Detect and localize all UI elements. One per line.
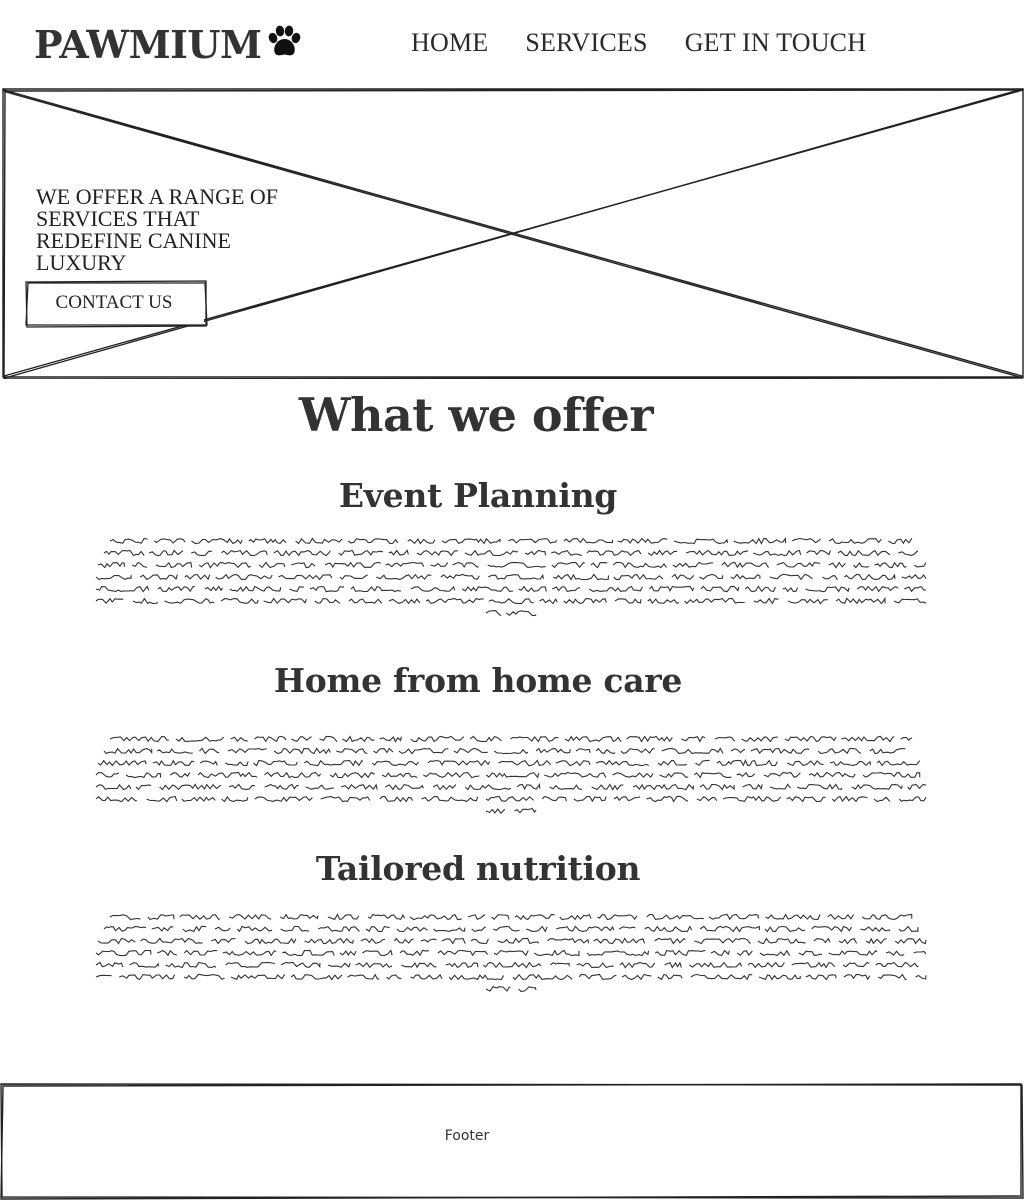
contact-us-button[interactable]: CONTACT US	[24, 280, 208, 328]
main-nav: HOME SERVICES GET IN TOUCH	[411, 28, 903, 58]
section-title: What we offer	[298, 388, 654, 442]
service-title-home-from-home-care: Home from home care	[273, 661, 683, 700]
nav-home-link[interactable]: HOME	[411, 28, 488, 58]
paw-icon	[268, 25, 300, 55]
hero-banner: WE OFFER A RANGE OF SERVICES THAT REDEFI…	[2, 88, 1024, 379]
site-header: PAWMIUM HOME SERVICES GET IN TOUCH	[0, 0, 1024, 88]
service-description-home-from-home-care	[95, 735, 927, 815]
brand-logo[interactable]: PAWMIUM	[34, 22, 302, 67]
nav-services-link[interactable]: SERVICES	[525, 28, 647, 58]
service-description-event-planning	[95, 537, 927, 617]
site-footer: Footer	[0, 1082, 1024, 1200]
service-title-tailored-nutrition: Tailored nutrition	[315, 849, 641, 888]
footer-label: Footer	[444, 1128, 490, 1144]
brand-name: PAWMIUM	[34, 22, 262, 67]
nav-get-in-touch-link[interactable]: GET IN TOUCH	[685, 28, 867, 58]
service-title-event-planning: Event Planning	[338, 476, 618, 515]
contact-us-label: CONTACT US	[55, 292, 173, 313]
hero-headline: WE OFFER A RANGE OF SERVICES THAT REDEFI…	[36, 184, 279, 275]
service-description-tailored-nutrition	[95, 913, 927, 993]
